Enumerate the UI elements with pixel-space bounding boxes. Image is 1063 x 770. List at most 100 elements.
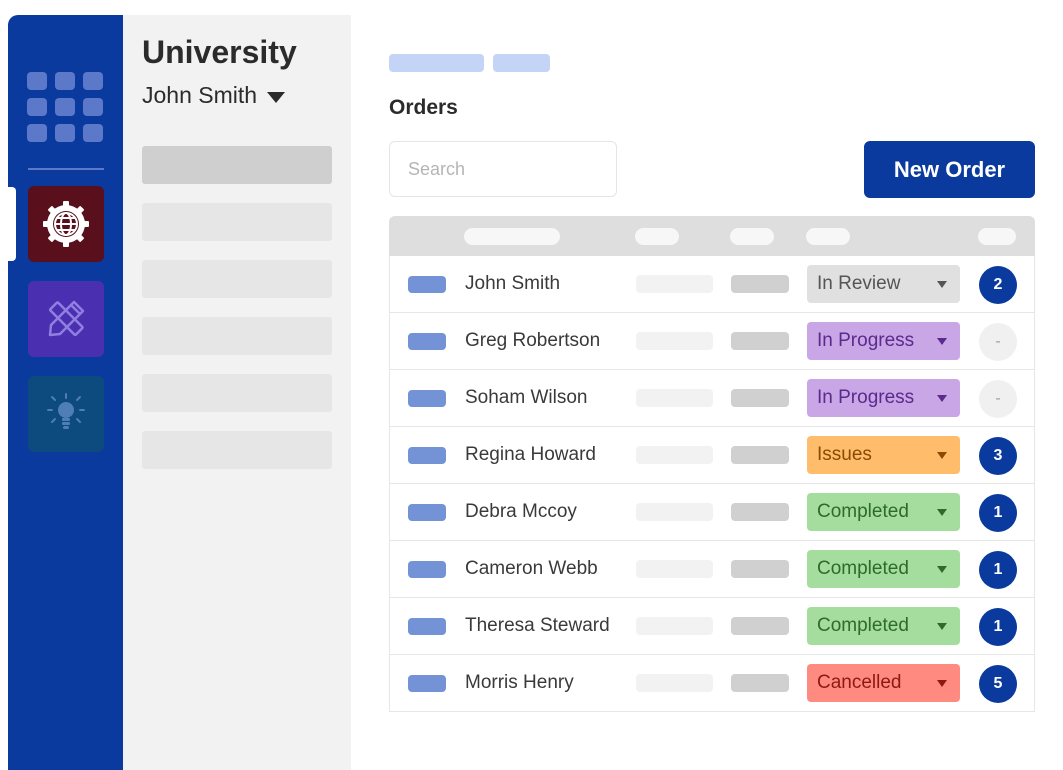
customer-name: John Smith xyxy=(465,273,561,294)
cell-placeholder xyxy=(731,617,789,635)
sidebar-item[interactable] xyxy=(142,203,332,241)
table-row[interactable]: John Smith In Review 2 xyxy=(389,256,1035,313)
column-header[interactable] xyxy=(806,228,850,245)
cell-placeholder xyxy=(731,389,789,407)
row-tag xyxy=(408,447,446,464)
row-tag xyxy=(408,333,446,350)
row-tag xyxy=(408,390,446,407)
chevron-down-icon xyxy=(937,394,947,402)
customer-name: Greg Robertson xyxy=(465,330,601,351)
apps-grid-icon[interactable] xyxy=(27,72,103,148)
cell-placeholder xyxy=(636,617,713,635)
user-switcher[interactable]: John Smith xyxy=(142,82,286,109)
chevron-down-icon xyxy=(937,622,947,630)
status-dropdown[interactable]: Completed xyxy=(807,607,960,645)
column-header[interactable] xyxy=(730,228,774,245)
status-dropdown[interactable]: Completed xyxy=(807,550,960,588)
cell-placeholder xyxy=(731,275,789,293)
status-dropdown[interactable]: Cancelled xyxy=(807,664,960,702)
cell-placeholder xyxy=(731,332,789,350)
customer-name: Theresa Steward xyxy=(465,615,610,636)
table-header xyxy=(389,216,1035,256)
row-tag xyxy=(408,504,446,521)
chevron-down-icon xyxy=(937,508,947,516)
column-header[interactable] xyxy=(978,228,1016,245)
breadcrumb-item[interactable] xyxy=(493,54,550,72)
status-label: Completed xyxy=(817,558,909,579)
status-dropdown[interactable]: In Review xyxy=(807,265,960,303)
sidebar-item[interactable] xyxy=(142,431,332,469)
rail-divider xyxy=(28,168,104,170)
row-tag xyxy=(408,561,446,578)
count-badge[interactable]: 2 xyxy=(979,266,1017,304)
table-row[interactable]: Theresa Steward Completed 1 xyxy=(389,598,1035,655)
status-label: In Progress xyxy=(817,387,915,408)
sidebar-item-active[interactable] xyxy=(142,146,332,184)
active-indicator xyxy=(8,187,16,261)
lightbulb-icon xyxy=(47,393,85,429)
user-name: John Smith xyxy=(142,82,258,108)
status-label: Issues xyxy=(817,444,872,465)
cell-placeholder xyxy=(636,446,713,464)
chevron-down-icon xyxy=(937,451,947,459)
customer-name: Debra Mccoy xyxy=(465,501,577,522)
status-label: Completed xyxy=(817,615,909,636)
table-row[interactable]: Debra Mccoy Completed 1 xyxy=(389,484,1035,541)
new-order-button[interactable]: New Order xyxy=(864,141,1035,198)
sidebar-item[interactable] xyxy=(142,317,332,355)
count-badge[interactable]: 5 xyxy=(979,665,1017,703)
globe-gear-icon xyxy=(43,201,89,247)
count-badge[interactable]: 1 xyxy=(979,551,1017,589)
customer-name: Regina Howard xyxy=(465,444,596,465)
cell-placeholder xyxy=(636,674,713,692)
breadcrumb-item[interactable] xyxy=(389,54,484,72)
rail-item-ideas[interactable] xyxy=(28,376,104,452)
customer-name: Soham Wilson xyxy=(465,387,588,408)
count-badge[interactable]: 1 xyxy=(979,608,1017,646)
cell-placeholder xyxy=(636,560,713,578)
status-dropdown[interactable]: Issues xyxy=(807,436,960,474)
organization-title: University xyxy=(142,34,297,70)
count-badge[interactable]: - xyxy=(979,380,1017,418)
row-tag xyxy=(408,276,446,293)
column-header[interactable] xyxy=(635,228,679,245)
table-row[interactable]: Morris Henry Cancelled 5 xyxy=(389,655,1035,712)
sidebar-item[interactable] xyxy=(142,260,332,298)
ruler-pencil-icon xyxy=(48,300,85,337)
status-label: In Progress xyxy=(817,330,915,351)
status-dropdown[interactable]: In Progress xyxy=(807,322,960,360)
cell-placeholder xyxy=(636,389,713,407)
rail-item-design-tools[interactable] xyxy=(28,281,104,357)
page-title: Orders xyxy=(389,96,458,119)
chevron-down-icon xyxy=(937,565,947,573)
status-label: Completed xyxy=(817,501,909,522)
search-input[interactable] xyxy=(389,141,617,197)
table-row[interactable]: Greg Robertson In Progress - xyxy=(389,313,1035,370)
table-row[interactable]: Soham Wilson In Progress - xyxy=(389,370,1035,427)
cell-placeholder xyxy=(731,674,789,692)
cell-placeholder xyxy=(731,560,789,578)
count-badge[interactable]: - xyxy=(979,323,1017,361)
chevron-down-icon xyxy=(937,679,947,687)
table-row[interactable]: Cameron Webb Completed 1 xyxy=(389,541,1035,598)
cell-placeholder xyxy=(636,275,713,293)
customer-name: Morris Henry xyxy=(465,672,574,693)
status-label: In Review xyxy=(817,273,901,294)
table-row[interactable]: Regina Howard Issues 3 xyxy=(389,427,1035,484)
orders-table: John Smith In Review 2 Greg Robertson In Pro… xyxy=(389,216,1035,712)
cell-placeholder xyxy=(731,446,789,464)
chevron-down-icon xyxy=(937,337,947,345)
rail-item-global-settings[interactable] xyxy=(28,186,104,262)
count-badge[interactable]: 3 xyxy=(979,437,1017,475)
cell-placeholder xyxy=(731,503,789,521)
sidebar-item[interactable] xyxy=(142,374,332,412)
count-badge[interactable]: 1 xyxy=(979,494,1017,532)
cell-placeholder xyxy=(636,332,713,350)
row-tag xyxy=(408,618,446,635)
status-dropdown[interactable]: Completed xyxy=(807,493,960,531)
status-dropdown[interactable]: In Progress xyxy=(807,379,960,417)
column-header[interactable] xyxy=(464,228,560,245)
customer-name: Cameron Webb xyxy=(465,558,598,579)
status-label: Cancelled xyxy=(817,672,902,693)
chevron-down-icon xyxy=(937,280,947,288)
